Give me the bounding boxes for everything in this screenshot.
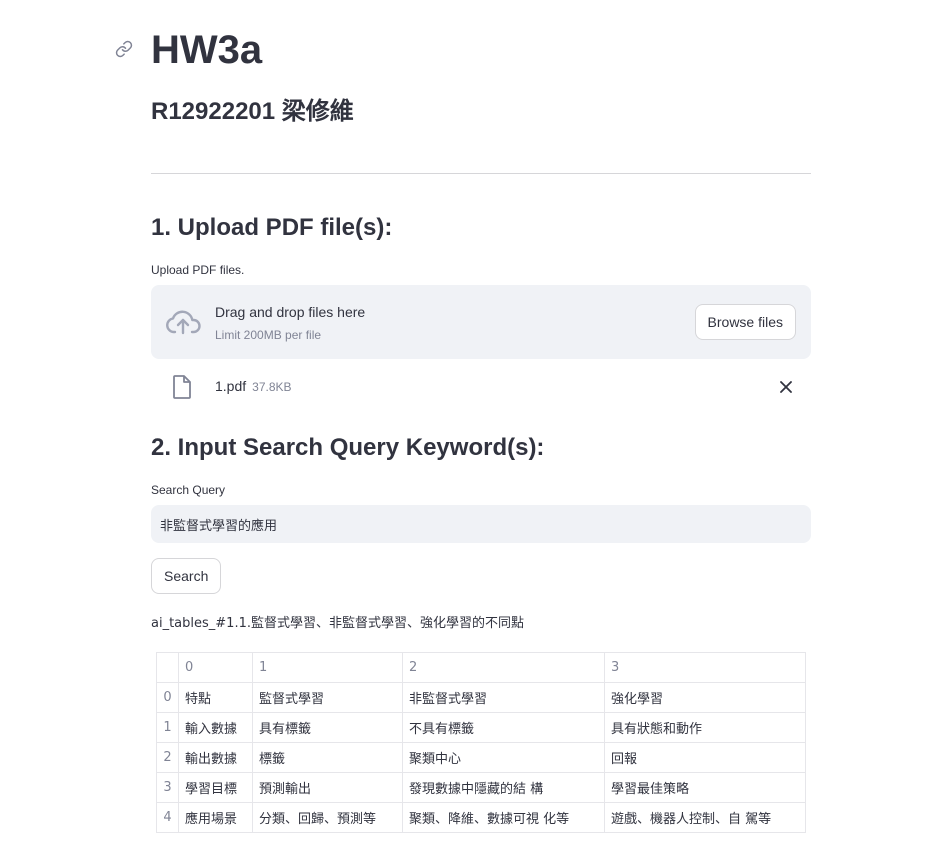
table-cell: 具有狀態和動作: [604, 712, 806, 743]
table-cell: 遊戲、機器人控制、自 駕等: [604, 802, 806, 833]
browse-files-button[interactable]: Browse files: [694, 304, 796, 340]
result-table: 0 1 2 3 0 特點 監督式學習 非監督式學習 強化學習 1 輸入數據 具有…: [156, 652, 806, 833]
page-title: HW3a: [151, 28, 263, 72]
row-index: 2: [156, 742, 179, 773]
table-cell: 不具有標籤: [402, 712, 605, 743]
table-cell: 應用場景: [178, 802, 253, 833]
row-index: 0: [156, 682, 179, 713]
search-input[interactable]: [151, 505, 811, 543]
column-header: 3: [604, 652, 806, 683]
link-icon[interactable]: [115, 40, 133, 58]
file-icon: [173, 375, 191, 399]
table-cell: 特點: [178, 682, 253, 713]
table-cell: 學習最佳策略: [604, 772, 806, 803]
row-index: 3: [156, 772, 179, 803]
table-cell: 回報: [604, 742, 806, 773]
upload-heading: 1. Upload PDF file(s):: [151, 214, 393, 241]
search-button[interactable]: Search: [151, 558, 222, 594]
table-row: 4 應用場景 分類、回歸、預測等 聚類、降維、數據可視 化等 遊戲、機器人控制、…: [156, 802, 806, 833]
file-name: 1.pdf: [215, 378, 247, 394]
uploaded-file-row: 1.pdf 37.8KB: [151, 371, 811, 405]
index-header: [156, 652, 179, 683]
dropzone-limit: Limit 200MB per file: [215, 328, 322, 342]
column-header: 0: [178, 652, 253, 683]
divider: [151, 173, 811, 174]
uploaded-file: 1.pdf 37.8KB: [215, 378, 292, 394]
page-subtitle: R12922201 梁修維: [151, 98, 354, 125]
column-header: 1: [252, 652, 403, 683]
row-index: 4: [156, 802, 179, 833]
table-cell: 聚類中心: [402, 742, 605, 773]
close-icon[interactable]: [779, 380, 793, 394]
result-title: ai_tables_#1.1.監督式學習、非監督式學習、強化學習的不同點: [151, 616, 524, 631]
upload-label: Upload PDF files.: [151, 263, 245, 277]
table-cell: 輸入數據: [178, 712, 253, 743]
table-row: 1 輸入數據 具有標籤 不具有標籤 具有狀態和動作: [156, 712, 806, 743]
cloud-upload-icon: [165, 308, 201, 336]
table-row: 0 特點 監督式學習 非監督式學習 強化學習: [156, 682, 806, 713]
dropzone-instructions: Drag and drop files here: [215, 304, 366, 320]
row-index: 1: [156, 712, 179, 743]
table-cell: 標籤: [252, 742, 403, 773]
column-header: 2: [402, 652, 605, 683]
table-cell: 非監督式學習: [402, 682, 605, 713]
table-cell: 具有標籤: [252, 712, 403, 743]
table-cell: 強化學習: [604, 682, 806, 713]
file-dropzone[interactable]: Drag and drop files here Limit 200MB per…: [151, 285, 811, 359]
table-cell: 預測輸出: [252, 772, 403, 803]
table-cell: 發現數據中隱藏的結 構: [402, 772, 605, 803]
table-header-row: 0 1 2 3: [156, 652, 806, 683]
table-row: 2 輸出數據 標籤 聚類中心 回報: [156, 742, 806, 773]
table-row: 3 學習目標 預測輸出 發現數據中隱藏的結 構 學習最佳策略: [156, 772, 806, 803]
table-cell: 監督式學習: [252, 682, 403, 713]
table-cell: 分類、回歸、預測等: [252, 802, 403, 833]
search-heading: 2. Input Search Query Keyword(s):: [151, 434, 545, 461]
table-cell: 學習目標: [178, 772, 253, 803]
table-cell: 聚類、降維、數據可視 化等: [402, 802, 605, 833]
search-query-label: Search Query: [151, 483, 226, 497]
file-size: 37.8KB: [252, 380, 292, 394]
table-cell: 輸出數據: [178, 742, 253, 773]
